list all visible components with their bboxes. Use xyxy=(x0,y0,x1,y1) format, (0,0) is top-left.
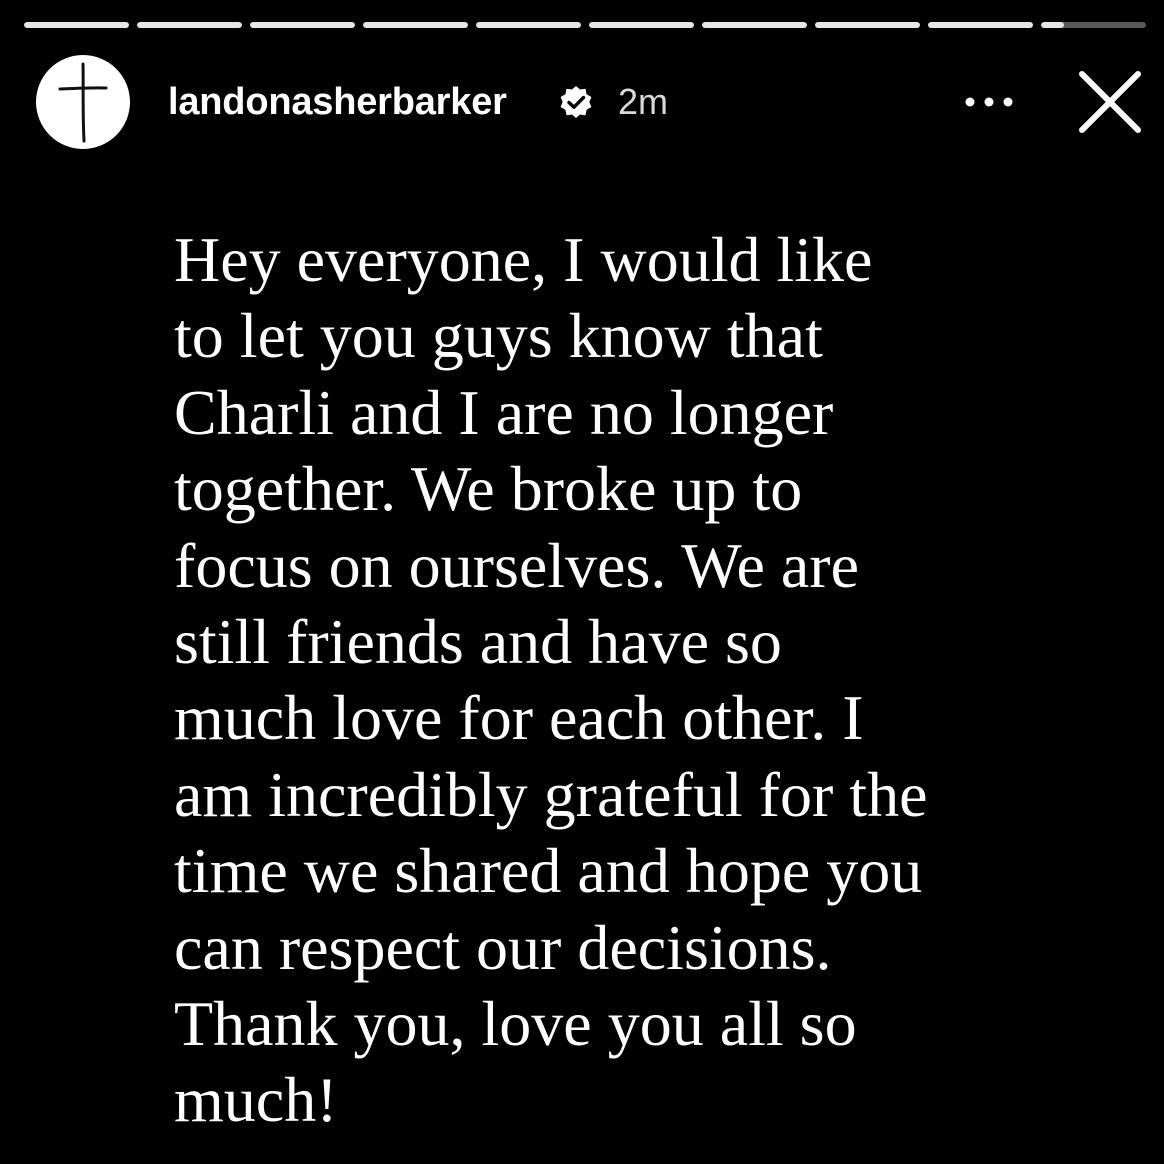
cross-icon xyxy=(58,62,108,143)
close-icon[interactable] xyxy=(1074,66,1146,138)
message-line: Thank you, love you all so xyxy=(174,988,857,1060)
message-line: to let you guys know that xyxy=(174,300,823,372)
message-line: focus on ourselves. We are xyxy=(174,529,859,601)
verified-badge-icon xyxy=(560,86,592,118)
message-line: am incredibly grateful for the xyxy=(174,758,928,830)
message-line: Hey everyone, I would like xyxy=(174,224,873,295)
message-line: time we shared and hope you xyxy=(174,835,923,907)
story-timestamp: 2m xyxy=(618,81,669,122)
story-viewer[interactable]: landonasherbarker 2m Hey everyone, I wou… xyxy=(0,0,1164,1164)
story-header: landonasherbarker 2m xyxy=(0,0,1164,160)
message-line: much! xyxy=(174,1064,338,1136)
avatar[interactable] xyxy=(36,55,130,149)
message-line: can respect our decisions. xyxy=(174,911,832,983)
more-options-icon[interactable] xyxy=(958,84,1020,120)
story-text-message: Hey everyone, I would like to let you guy… xyxy=(174,222,1114,1139)
message-line: still friends and have so xyxy=(174,606,782,678)
username-link[interactable]: landonasherbarker xyxy=(168,80,507,124)
message-line: Charli and I are no longer xyxy=(174,376,834,448)
message-line: together. We broke up to xyxy=(174,453,803,525)
message-line: much love for each other. I xyxy=(174,682,864,754)
